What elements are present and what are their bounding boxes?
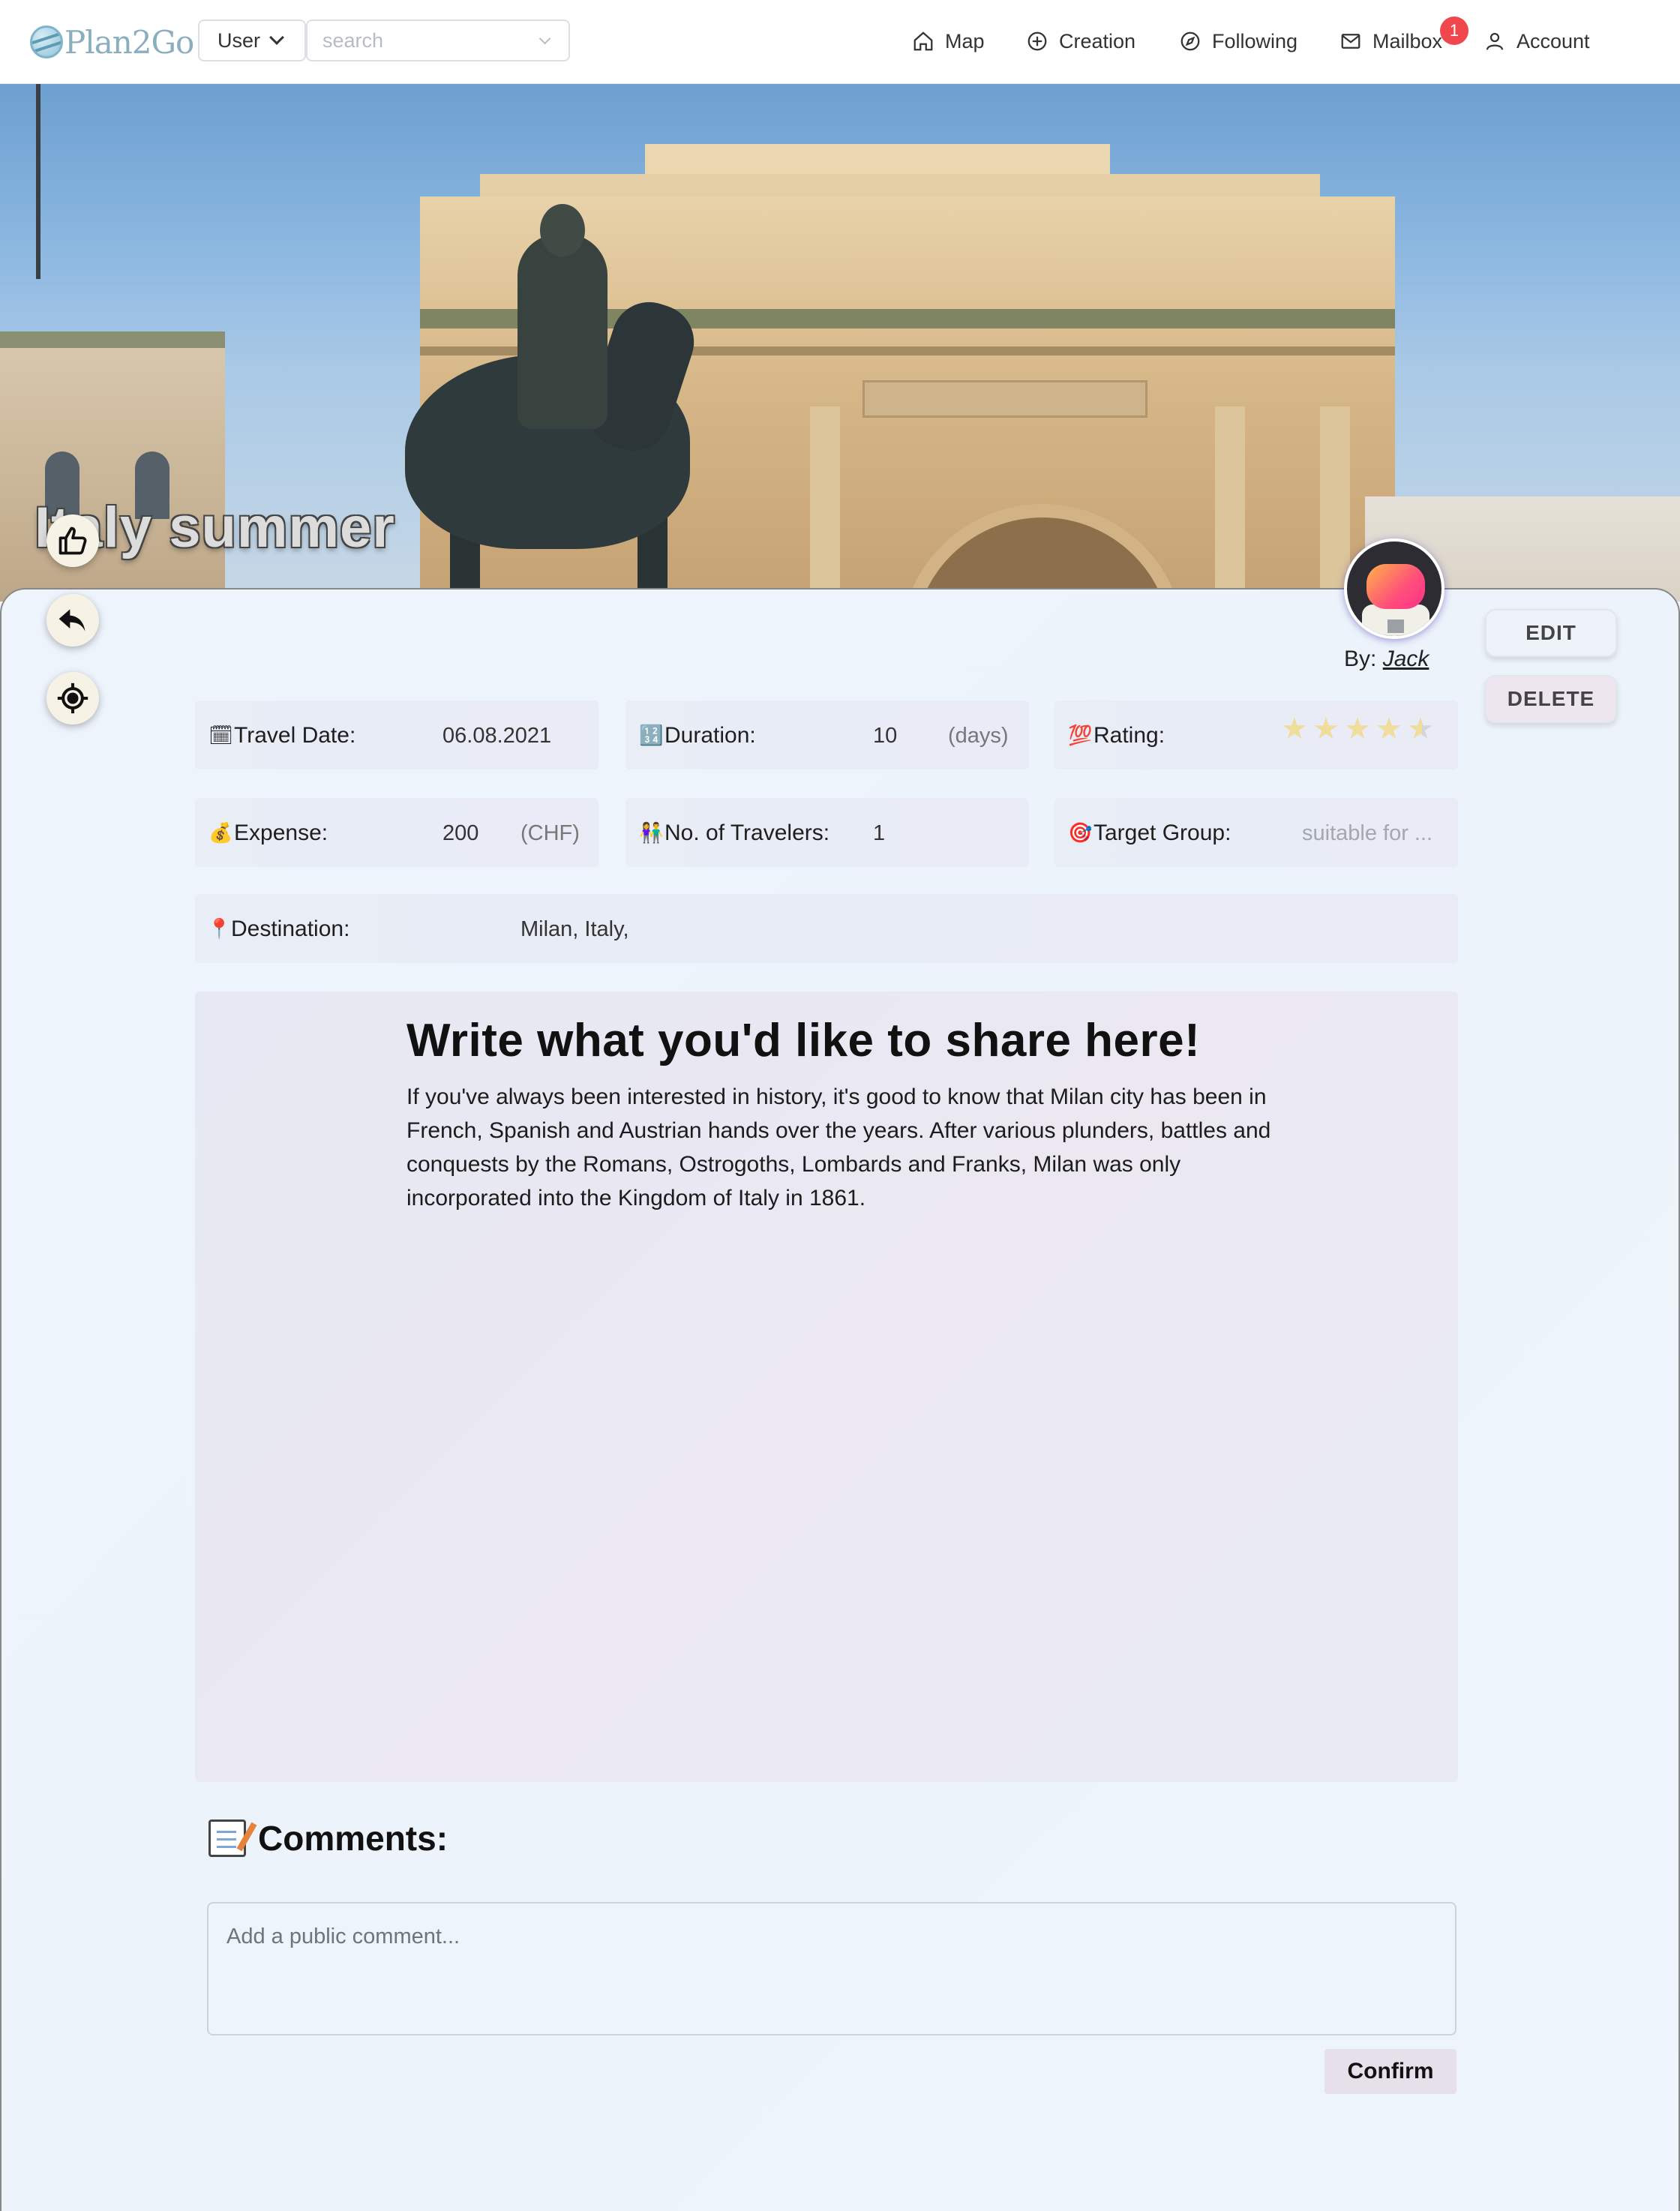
expense-unit: (CHF) — [520, 821, 580, 845]
destination-field: 📍 Destination: Milan, Italy, — [195, 894, 1458, 963]
like-button[interactable] — [46, 514, 99, 567]
user-icon — [1486, 32, 1504, 50]
numbers-icon: 🔢 — [639, 724, 664, 746]
duration-value: 10 — [873, 724, 898, 748]
globe-icon — [30, 26, 63, 58]
story-editor[interactable]: Write what you'd like to share here! If … — [195, 992, 1458, 1782]
star-icon[interactable]: ★ — [1344, 714, 1374, 744]
duration-label: Duration: — [664, 723, 756, 748]
hero-column — [1320, 406, 1350, 602]
star-icon[interactable]: ★ — [1407, 714, 1437, 744]
comments-heading: Comments: — [208, 1818, 448, 1858]
hundred-points-icon: 💯 — [1068, 724, 1093, 746]
travelers-field: 👫 No. of Travelers: 1 — [626, 798, 1029, 867]
back-button[interactable] — [46, 594, 99, 646]
target-icon: 🎯 — [1068, 821, 1093, 844]
nav-following[interactable]: Following — [1179, 22, 1298, 60]
nav-mailbox[interactable]: Mailbox — [1340, 22, 1442, 60]
memo-icon — [208, 1820, 246, 1857]
logo[interactable]: Plan2Go — [30, 21, 194, 63]
rating-field: 💯 Rating: ★ ★ ★ ★ ★ — [1054, 700, 1458, 770]
compass-icon — [1180, 32, 1200, 51]
travel-date-value: 06.08.2021 — [442, 724, 552, 748]
home-icon — [914, 32, 933, 51]
comment-box — [207, 1902, 1456, 2036]
statue-head — [540, 204, 585, 256]
user-type-label: User — [218, 28, 261, 52]
crosshair-icon — [57, 682, 88, 714]
reply-arrow-icon — [58, 609, 86, 632]
rating-label: Rating: — [1094, 723, 1166, 748]
star-icon[interactable]: ★ — [1281, 714, 1311, 744]
comment-input[interactable] — [208, 1904, 1455, 2034]
travel-date-field: 🗓 Travel Date: 06.08.2021 — [195, 700, 598, 770]
rating-stars[interactable]: ★ ★ ★ ★ ★ — [1281, 714, 1438, 744]
destination-value: Milan, Italy, — [520, 917, 629, 941]
hero-column — [810, 406, 840, 602]
author-line: By: Jack — [1344, 646, 1429, 672]
author-prefix: By: — [1344, 646, 1377, 671]
hero-cornice-left — [0, 332, 225, 348]
people-icon: 👫 — [639, 821, 664, 844]
nav-following-label: Following — [1212, 29, 1298, 52]
pin-icon: 📍 — [207, 917, 232, 940]
hero-banner-image: Italy summer — [0, 84, 1680, 602]
plus-circle-icon — [1028, 32, 1047, 51]
hero-pole — [36, 84, 40, 279]
hero-column — [1215, 406, 1245, 602]
expense-label: Expense: — [234, 820, 328, 845]
search-select[interactable] — [306, 20, 570, 62]
target-group-field: 🎯 Target Group: suitable for ... — [1054, 798, 1458, 867]
story-heading: Write what you'd like to share here! — [406, 1015, 1201, 1066]
destination-label: Destination: — [231, 916, 350, 941]
target-group-label: Target Group: — [1094, 820, 1232, 845]
author-link[interactable]: Jack — [1383, 646, 1430, 671]
hero-building-left — [0, 339, 225, 602]
logo-text: Plan2Go — [64, 23, 194, 61]
nav-mailbox-label: Mailbox — [1372, 29, 1443, 52]
expense-value: 200 — [442, 821, 479, 845]
top-navbar: Plan2Go User Map Creation Following Mail… — [0, 0, 1680, 84]
search-input[interactable] — [308, 21, 532, 60]
chevron-down-icon — [538, 32, 551, 45]
user-type-select[interactable]: User — [198, 20, 306, 62]
author-avatar[interactable] — [1344, 538, 1444, 639]
nav-account-label: Account — [1516, 29, 1590, 52]
nav-account[interactable]: Account — [1484, 22, 1590, 60]
avatar-visor — [1366, 564, 1425, 609]
duration-field: 🔢 Duration: 10 (days) — [626, 700, 1029, 770]
star-icon[interactable]: ★ — [1376, 714, 1406, 744]
avatar-chip — [1388, 620, 1404, 633]
locate-button[interactable] — [46, 672, 99, 724]
chevron-down-icon — [269, 30, 284, 45]
target-group-placeholder: suitable for ... — [1302, 821, 1433, 845]
hero-inscription-plaque — [862, 380, 1148, 418]
nav-map[interactable]: Map — [912, 22, 985, 60]
travelers-value: 1 — [873, 821, 886, 845]
story-body: If you've always been interested in hist… — [406, 1084, 1271, 1210]
nav-creation-label: Creation — [1059, 29, 1136, 52]
comments-title-text: Comments: — [258, 1819, 448, 1858]
nav-map-label: Map — [945, 29, 985, 52]
nav-creation[interactable]: Creation — [1026, 22, 1136, 60]
travel-date-label: Travel Date: — [234, 723, 356, 748]
confirm-button[interactable]: Confirm — [1324, 2049, 1456, 2094]
calendar-icon: 🗓 — [208, 724, 234, 746]
expense-field: 💰 Expense: 200 (CHF) — [195, 798, 598, 867]
delete-button[interactable]: DELETE — [1485, 675, 1617, 723]
mailbox-count-badge: 1 — [1440, 16, 1468, 45]
edit-button[interactable]: EDIT — [1485, 609, 1617, 657]
mail-icon — [1341, 34, 1360, 49]
thumbs-up-icon — [58, 526, 87, 555]
duration-unit: (days) — [948, 724, 1009, 748]
star-icon[interactable]: ★ — [1312, 714, 1342, 744]
statue-rider — [518, 234, 608, 429]
money-bag-icon: 💰 — [208, 821, 233, 844]
travelers-label: No. of Travelers: — [664, 820, 830, 845]
